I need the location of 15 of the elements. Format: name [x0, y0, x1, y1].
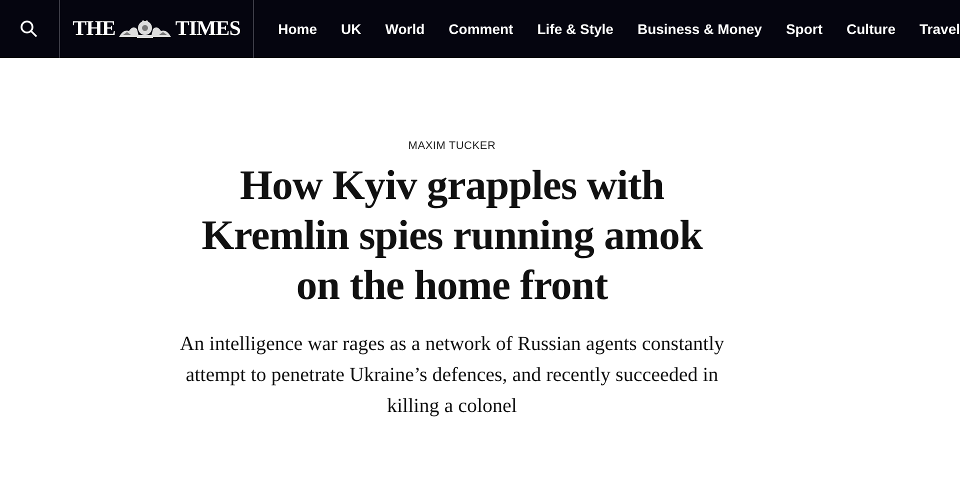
nav-link[interactable]: Travel	[920, 18, 960, 40]
logo[interactable]: THE TIMES	[72, 13, 240, 45]
nav-link[interactable]: UK	[341, 18, 362, 40]
nav-link[interactable]: Business & Money	[637, 18, 762, 40]
nav-link[interactable]: Sport	[786, 18, 823, 40]
search-icon	[20, 20, 38, 38]
byline: MAXIM TUCKER	[408, 139, 496, 154]
nav-link[interactable]: Life & Style	[537, 18, 614, 40]
nav-link[interactable]: Culture	[846, 18, 896, 40]
headline: How Kyiv grapples with Kremlin spies running amok on the home front	[200, 162, 704, 310]
nav-link[interactable]: World	[385, 18, 425, 40]
crest-icon	[117, 19, 174, 39]
nav-link[interactable]: Home	[278, 18, 318, 40]
nav-link[interactable]: Comment	[448, 18, 514, 40]
standfirst: An intelligence war rages as a network of Russian agents constantly attempt to penetrate Ukraine’s defences, and recently succeeded in killing a colonel	[178, 332, 726, 418]
